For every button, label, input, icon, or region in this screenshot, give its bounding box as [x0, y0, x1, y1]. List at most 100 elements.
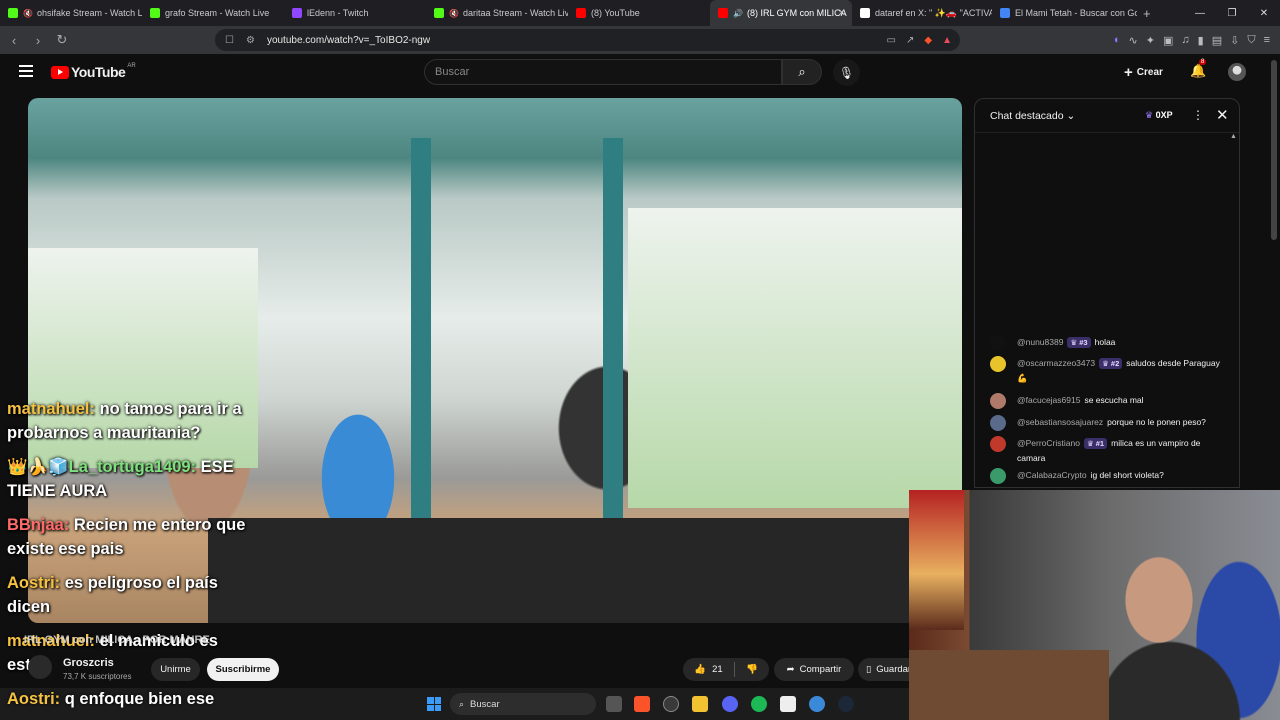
taskbar-search-placeholder: Buscar: [470, 698, 500, 710]
account-avatar[interactable]: [1228, 63, 1246, 81]
rank-badge: ♛ #2: [1099, 358, 1123, 369]
tabs-icon[interactable]: ▤: [1212, 34, 1222, 47]
xp-badge[interactable]: ♛ 0XP: [1145, 110, 1173, 121]
overlay-text-line2: probarnos a mauritania?: [7, 424, 201, 442]
share-button[interactable]: ➦ Compartir: [774, 658, 854, 681]
search-button[interactable]: ⌕: [782, 59, 822, 85]
music-icon[interactable]: ♫: [1181, 34, 1189, 46]
chat-username[interactable]: @nunu8389: [1017, 337, 1063, 347]
scrollbar-thumb[interactable]: [1271, 60, 1277, 240]
menu-icon[interactable]: ≡: [1264, 34, 1270, 46]
forward-icon[interactable]: ›: [28, 33, 48, 48]
chatgpt-icon[interactable]: [663, 696, 679, 712]
spotify-icon[interactable]: [751, 696, 767, 712]
webcam-poster: [909, 490, 964, 630]
url-text: youtube.com/watch?v=_ToIBO2-ngw: [266, 34, 431, 46]
join-button[interactable]: Unirme: [151, 658, 200, 681]
browser-tab[interactable]: 🔇 daritaa Stream - Watch Liv: [426, 0, 568, 26]
overlay-chat-message: Aostri: es peligroso el país dicen: [7, 571, 277, 619]
translate-icon[interactable]: ∿: [1129, 34, 1138, 47]
channel-name[interactable]: Groszcris: [63, 657, 114, 669]
chat-user-avatar[interactable]: [990, 335, 1006, 351]
browser-tab[interactable]: lEdenn - Twitch: [284, 0, 426, 26]
minimize-button[interactable]: —: [1184, 8, 1216, 19]
chat-username[interactable]: @facucejas6915: [1017, 395, 1080, 405]
brave-shield-icon[interactable]: ◆: [924, 35, 932, 46]
rank-badge: ♛ #1: [1083, 438, 1108, 449]
file-explorer-icon[interactable]: [692, 696, 708, 712]
chat-user-avatar[interactable]: [990, 436, 1006, 452]
browser-tab[interactable]: dataref en X: " ✨🚗 "ACTIVAM: [852, 0, 992, 26]
vpn-icon[interactable]: ⛉: [1247, 34, 1255, 47]
brave-browser-icon[interactable]: [634, 696, 650, 712]
youtube-logo[interactable]: YouTube AR: [51, 63, 136, 80]
window-controls: — ❐ ✕: [1184, 0, 1280, 26]
wallet-icon[interactable]: ▣: [1163, 34, 1173, 47]
chat-user-avatar[interactable]: [990, 415, 1006, 431]
video-title: IRL GYM con MILICA - POR MANRE: [24, 634, 210, 646]
chat-scrollbar[interactable]: ▲: [1230, 133, 1237, 483]
like-dislike-group: 👍 21 👎: [683, 658, 769, 681]
browser-tab[interactable]: 🔇 ohsifake Stream - Watch Li: [0, 0, 142, 26]
mute-icon[interactable]: 🔇: [449, 9, 459, 18]
chat-username[interactable]: @PerroCristiano: [1017, 438, 1080, 448]
downloads-icon[interactable]: ⇩: [1230, 34, 1239, 47]
hamburger-menu-icon[interactable]: [19, 65, 33, 77]
browser-tab[interactable]: El Mami Tetah - Buscar con Go: [992, 0, 1137, 26]
chat-username[interactable]: @sebastiansosajuarez: [1017, 417, 1103, 427]
page-scrollbar[interactable]: [1268, 54, 1280, 490]
url-field[interactable]: ☐ ⚙ youtube.com/watch?v=_ToIBO2-ngw ▭ ↗ …: [215, 29, 960, 51]
browser-tab[interactable]: grafo Stream - Watch Live: [142, 0, 284, 26]
close-icon[interactable]: ✕: [1216, 106, 1229, 124]
new-tab-button[interactable]: +: [1143, 6, 1151, 21]
share-page-icon[interactable]: ↗: [906, 35, 914, 46]
chat-username[interactable]: @CalabazaCrypto: [1017, 470, 1087, 480]
channel-avatar[interactable]: [28, 655, 52, 679]
voice-search-button[interactable]: 🎙: [833, 59, 860, 86]
overlay-username: Aostri:: [7, 690, 61, 708]
reload-icon[interactable]: ↻: [52, 32, 72, 48]
like-button[interactable]: 👍 21: [683, 662, 735, 677]
notifications-button[interactable]: 🔔 8: [1190, 59, 1207, 79]
audio-icon[interactable]: 🔊: [733, 9, 743, 18]
chat-username[interactable]: @oscarmazzeo3473: [1017, 358, 1095, 368]
chat-user-avatar[interactable]: [990, 393, 1006, 409]
browser-tab[interactable]: 🔊 (8) IRL GYM con MILICA ✕: [710, 0, 852, 26]
overlay-text-line2: TIENE AURA: [7, 482, 108, 500]
sidebar-icon[interactable]: ▮: [1198, 34, 1204, 47]
discord-icon[interactable]: [722, 696, 738, 712]
search-input[interactable]: Buscar: [424, 59, 782, 85]
chat-user-avatar[interactable]: [990, 356, 1006, 372]
mute-icon[interactable]: 🔇: [23, 9, 33, 18]
chat-mode-dropdown[interactable]: Chat destacado ⌄: [990, 110, 1075, 122]
extension-icon[interactable]: ◐: [1114, 34, 1121, 46]
bookmark-icon[interactable]: ☐: [225, 35, 234, 46]
cast-icon[interactable]: ▭: [887, 35, 896, 46]
maximize-button[interactable]: ❐: [1216, 8, 1248, 19]
capcut-icon[interactable]: [780, 696, 796, 712]
create-button[interactable]: + Crear: [1124, 63, 1163, 81]
save-icon: ▯: [866, 664, 872, 675]
app-icon[interactable]: [809, 696, 825, 712]
youtube-wordmark: YouTube: [71, 64, 126, 80]
search-placeholder: Buscar: [435, 66, 470, 78]
dislike-button[interactable]: 👎: [735, 664, 769, 675]
taskbar-search[interactable]: ⌕ Buscar: [450, 693, 596, 715]
thumbs-up-icon: 👍: [694, 664, 707, 675]
puzzle-icon[interactable]: ✦: [1146, 34, 1155, 47]
overlay-text: ESE: [196, 458, 234, 476]
subscribe-button[interactable]: Suscribirme: [207, 658, 279, 681]
browser-tab[interactable]: (8) YouTube: [568, 0, 710, 26]
rewards-icon[interactable]: ▲: [942, 35, 952, 46]
chat-user-avatar[interactable]: [990, 468, 1006, 484]
tab-label: El Mami Tetah - Buscar con Go: [1015, 8, 1137, 18]
steam-icon[interactable]: [838, 696, 854, 712]
back-icon[interactable]: ‹: [4, 33, 24, 48]
close-window-button[interactable]: ✕: [1248, 8, 1280, 19]
tab-favicon-icon: [434, 8, 444, 18]
site-info-icon[interactable]: ⚙: [246, 35, 255, 46]
task-view-icon[interactable]: [606, 696, 622, 712]
more-options-icon[interactable]: ⋮: [1192, 108, 1204, 122]
windows-start-icon[interactable]: [427, 697, 441, 711]
tab-close-icon[interactable]: ✕: [838, 8, 846, 19]
